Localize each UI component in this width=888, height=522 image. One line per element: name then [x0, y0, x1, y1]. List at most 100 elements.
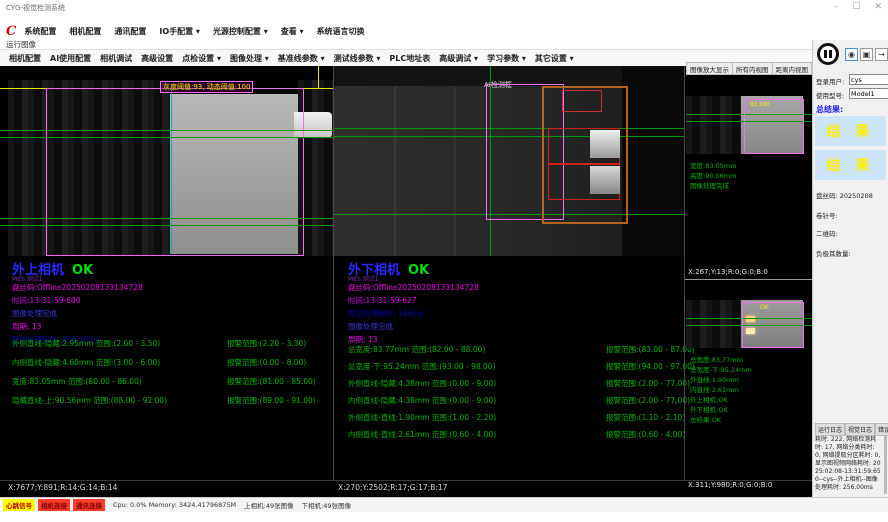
aux-measure-line: 高度:90.56mm [690, 170, 736, 180]
panel-separator [333, 66, 334, 480]
status-bar: 心跳信号相机连接通讯连接 Cpu: 0.0% Memory: 3424.4179… [0, 497, 888, 512]
menu-item[interactable]: 查看 ▾ [281, 26, 304, 37]
ok-status: OK [408, 263, 429, 278]
result-box-lower: 结 果 [815, 150, 886, 180]
lower-camera-count: 下相机:49张图像 [302, 500, 351, 510]
log-tab[interactable]: 错误日志 [875, 423, 888, 436]
transfer-button[interactable]: → [875, 48, 888, 61]
close-icon[interactable]: ✕ [874, 2, 882, 12]
result-box-upper: 结 果 [815, 116, 886, 146]
aux-measure-lines: 总宽度:83.77mm总宽度-下:95.24mm外直线:1.90mm内直线:2.… [690, 354, 752, 424]
cpu-memory-text: Cpu: 0.0% Memory: 3424.41796875M [113, 501, 236, 509]
result-overlay: OK [760, 304, 769, 311]
toolbar-item[interactable]: 测试线参数 ▾ [334, 53, 381, 64]
measurement-row: 内侧直线-直线:2.61mm 范围:(0.60 - 4.00) 报警范围:(0.… [348, 429, 683, 446]
alarm-range-text: 报警范围:(2.00 - 77.00) [606, 395, 690, 406]
cyan-ref-line [171, 89, 172, 254]
maximize-icon[interactable]: ☐ [852, 2, 860, 12]
app-window: CYG-视觉检测系统 – ☐ ✕ C 系统配置相机配置通讯配置IO手配置 ▾光源… [0, 0, 888, 522]
left-camera-image[interactable]: 灰度阈值:93, 动态阈值:100 [0, 66, 333, 256]
aux-measure-line: 内直线:2.61mm [690, 384, 752, 394]
measure-line [0, 137, 333, 138]
menu-items: 系统配置 相机配置 通讯配置 IO手配置 ▾ 光源控制配置 ▾ 查看 ▾ 系统语言切换 [24, 26, 377, 37]
menu-item[interactable]: 系统语言切换 [317, 26, 365, 37]
log-tab[interactable]: 运行日志 [815, 423, 845, 436]
toolbar-items: 相机配置 AI使用配置相机调试高级设置点检设置 ▾ 图像处理 ▾ 基准线参数 ▾ 测试线… [0, 53, 574, 64]
menu-item[interactable]: 通讯配置 [114, 26, 146, 37]
menu-item[interactable]: 光源控制配置 ▾ [213, 26, 268, 37]
minimize-icon[interactable]: – [834, 2, 839, 12]
cycle-line: 周期: 13 [12, 321, 143, 334]
toolbar-item[interactable]: AI使用配置 [50, 53, 91, 64]
menu-item[interactable]: 相机配置 [69, 26, 101, 37]
barcode-line: 盘丝码:Offline20250208133134728 [12, 282, 143, 295]
aux-measure-line: 图像处理完成 [690, 180, 736, 190]
toolbar-item[interactable]: 高级设置 [141, 53, 173, 64]
login-user-input[interactable] [849, 74, 888, 85]
status-line: 图像处理完成 [348, 321, 479, 334]
log-tab[interactable]: 视觉日志 [845, 423, 875, 436]
status-badge: 通讯连接 [73, 499, 105, 511]
toolbar-item[interactable]: PLC地址表 [389, 53, 430, 64]
alarm-range-text: 报警范围:(94.00 - 97.00) [606, 361, 695, 372]
menu-item[interactable]: IO手配置 ▾ [159, 26, 200, 37]
threshold-overlay: 灰度阈值:93, 动态阈值:100 [160, 81, 253, 93]
toolbar-item[interactable]: 其它设置 ▾ [535, 53, 574, 64]
mid-camera-image[interactable]: AI检测框 [334, 66, 684, 256]
ok-status: OK [72, 263, 93, 278]
log-scrollbar[interactable] [884, 436, 887, 494]
connector-pad [590, 130, 620, 158]
pause-button[interactable] [817, 43, 839, 65]
toolbar-item[interactable]: 基准线参数 ▾ [278, 53, 325, 64]
status-line: 图像处理完成 [12, 308, 143, 321]
left-pixel-coords: X:7677;Y:891;R:14;G:14;B:14 [8, 483, 117, 492]
main-view-area: 灰度阈值:93, 动态阈值:100 外上相机OK MES:测试1 盘丝码:Off… [0, 66, 812, 497]
aux-tab[interactable]: 距离内视图 [773, 63, 813, 74]
roi-rect [46, 88, 304, 256]
measurement-text: 总宽度:83.77mm 范围:(82.00 - 88.00) [348, 344, 485, 355]
toolbar-item[interactable]: 高级调试 ▾ [439, 53, 478, 64]
toolbar-item[interactable]: 相机调试 [100, 53, 132, 64]
toolbar-item[interactable]: 点检设置 ▾ [182, 53, 221, 64]
menu-bar: C 系统配置相机配置通讯配置IO手配置 ▾光源控制配置 ▾查看 ▾系统语言切换 [0, 24, 888, 39]
threshold-overlay: 93,100 [750, 102, 769, 108]
aux-view-1[interactable]: 93,100 宽度:83.05mm高度:90.56mm图像处理完成 X:267;… [686, 76, 812, 279]
image-view-button[interactable]: ▣ [860, 48, 873, 61]
defect-rect [562, 90, 602, 112]
aux-measure-line: 总结果:OK [690, 414, 752, 424]
measurement-row: 宽度:83.05mm 范围:(80.00 - 86.00) 报警范围:(81.0… [12, 376, 332, 395]
alarm-range-text: 报警范围:(81.00 - 85.00) [227, 376, 316, 387]
measurement-text: 外侧直线-隐藏:2.95mm 范围:(2.00 - 3.50) [12, 338, 160, 349]
menu-item[interactable]: 系统配置 [24, 26, 56, 37]
camera-capture-button[interactable]: ◉ [845, 48, 858, 61]
measurement-text: 总宽度-下:95.24mm 范围:(93.00 - 98.00) [348, 361, 496, 372]
panel-separator [684, 66, 685, 480]
measure-line [0, 225, 333, 226]
upper-camera-count: 上相机:49张图像 [244, 500, 293, 510]
toolbar-item[interactable]: 图像处理 ▾ [230, 53, 269, 64]
alarm-range-text: 报警范围:(2.20 - 3.30) [227, 338, 306, 349]
measurement-row: 内侧直线-隐藏:4.38mm 范围:(0.00 - 9.00) 报警范围:(2.… [348, 395, 683, 412]
window-controls: – ☐ ✕ [834, 2, 882, 12]
measurement-row: 外侧直线-隐藏:2.95mm 范围:(2.00 - 3.50) 报警范围:(2.… [12, 338, 332, 357]
measurement-row: 总宽度:83.77mm 范围:(82.00 - 88.00) 报警范围:(83.… [348, 344, 683, 361]
tab-count-label: 负极耳数量: [816, 248, 851, 258]
aux-tab[interactable]: 图像放大显示 [687, 63, 733, 74]
status-badges: 心跳信号相机连接通讯连接 [0, 499, 105, 511]
aux-column: 93,100 宽度:83.05mm高度:90.56mm图像处理完成 X:267;… [685, 66, 812, 480]
toolbar-item[interactable]: 学习参数 ▾ [487, 53, 526, 64]
measurement-text: 内侧直线-隐藏:4.60mm 范围:(3.00 - 6.00) [12, 357, 160, 368]
left-camera-panel: 灰度阈值:93, 动态阈值:100 外上相机OK MES:测试1 盘丝码:Off… [0, 66, 333, 480]
measurement-text: 内侧直线-直线:2.61mm 范围:(0.60 - 4.00) [348, 429, 496, 440]
aux-view-2[interactable]: OK 总宽度:83.77mm总宽度-下:95.24mm外直线:1.90mm内直线… [686, 282, 812, 478]
connector-pad [590, 166, 620, 194]
aux-tab[interactable]: 所有内视图 [733, 63, 773, 74]
alarm-range-text: 报警范围:(0.60 - 4.00) [606, 429, 685, 440]
divider [0, 480, 812, 481]
model-input[interactable] [849, 88, 888, 99]
toolbar-item[interactable]: 相机配置 [9, 53, 41, 64]
machine-seam [454, 86, 456, 256]
mid-measure-rows: 总宽度:83.77mm 范围:(82.00 - 88.00) 报警范围:(83.… [348, 344, 683, 446]
log-text: 耗时: 222, 网络检测耗时: 17, 网络分类耗时: 0, 网络提取分区耗时… [815, 436, 882, 494]
measure-line [0, 218, 333, 219]
